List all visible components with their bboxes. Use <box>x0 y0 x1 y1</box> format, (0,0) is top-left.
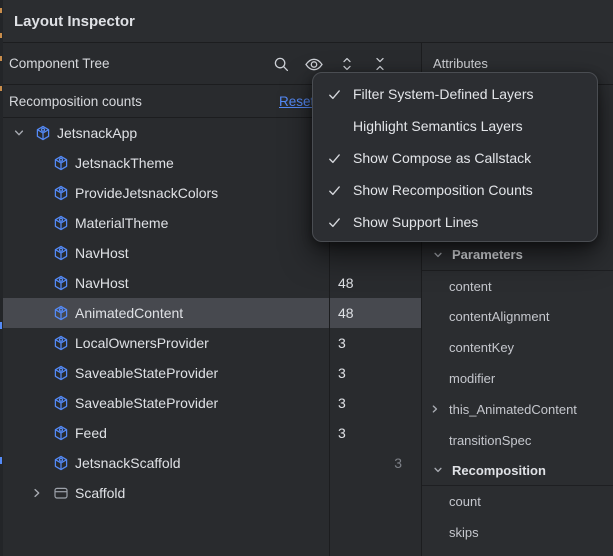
chevron-right-icon[interactable] <box>29 486 45 500</box>
menu-item-filter-system-defined-layers[interactable]: Filter System-Defined Layers <box>313 78 597 110</box>
attr-item-label: count <box>449 494 481 509</box>
attr-item-label: modifier <box>449 371 495 386</box>
check-icon <box>327 183 353 198</box>
check-icon <box>327 87 353 102</box>
menu-item-label: Show Recomposition Counts <box>353 182 533 198</box>
menu-item-show-compose-as-callstack[interactable]: Show Compose as Callstack <box>313 142 597 174</box>
tree-node-label: LocalOwnersProvider <box>75 335 209 351</box>
tree-node-label: NavHost <box>75 275 129 291</box>
layout-inspector-window: Layout Inspector Component Tree Recompos… <box>0 0 613 556</box>
compose-node-icon <box>53 245 69 261</box>
tree-node-label: Feed <box>75 425 107 441</box>
chevron-down-sm-icon[interactable] <box>432 464 444 476</box>
expand-all-button[interactable] <box>337 54 357 74</box>
recomposition-skips: 3 <box>330 455 402 471</box>
attr-item-count[interactable]: count <box>422 486 613 517</box>
tree-node-feed[interactable]: Feed 3 <box>3 418 421 448</box>
panel-title-bar: Layout Inspector <box>0 0 613 43</box>
panel-title: Layout Inspector <box>14 13 135 30</box>
menu-item-label: Show Compose as Callstack <box>353 150 531 166</box>
component-tree-title: Component Tree <box>9 56 110 71</box>
attr-item-transitionspec[interactable]: transitionSpec <box>422 425 613 456</box>
tree-node-navhost[interactable]: NavHost <box>3 238 421 268</box>
tree-node-localownersprovider[interactable]: LocalOwnersProvider 3 <box>3 328 421 358</box>
eye-button[interactable] <box>304 54 324 74</box>
attr-item-skips[interactable]: skips <box>422 517 613 548</box>
search-button[interactable] <box>271 54 291 74</box>
reset-counts-link[interactable]: Reset <box>279 94 314 109</box>
menu-item-label: Show Support Lines <box>353 214 478 230</box>
collapse-all-button[interactable] <box>370 54 390 74</box>
tree-node-label: AnimatedContent <box>75 305 183 321</box>
window-edge-stripe <box>0 0 3 556</box>
attr-item-label: skips <box>449 525 479 540</box>
recomposition-count: 3 <box>338 335 346 351</box>
check-icon <box>327 151 353 166</box>
tree-node-label: JetsnackApp <box>57 125 137 141</box>
compose-node-icon <box>53 425 69 441</box>
tree-node-label: ProvideJetsnackColors <box>75 185 218 201</box>
compose-node-icon <box>53 215 69 231</box>
compose-node-icon <box>53 395 69 411</box>
attr-item-content[interactable]: content <box>422 271 613 302</box>
attr-item-label: contentKey <box>449 340 514 355</box>
chevron-down-sm-icon[interactable] <box>432 249 444 261</box>
chevron-down-icon[interactable] <box>11 126 27 140</box>
menu-item-label: Highlight Semantics Layers <box>353 118 523 134</box>
recomposition-count: 48 <box>338 305 354 321</box>
compose-node-icon <box>53 305 69 321</box>
view-options-menu: Filter System-Defined Layers Highlight Se… <box>312 72 598 242</box>
compose-node-icon <box>53 335 69 351</box>
compose-node-icon <box>53 365 69 381</box>
tree-node-label: MaterialTheme <box>75 215 168 231</box>
compose-node-icon <box>53 185 69 201</box>
tree-node-navhost[interactable]: NavHost 48 <box>3 268 421 298</box>
tree-node-scaffold[interactable]: Scaffold <box>3 478 421 508</box>
recomposition-count: 3 <box>338 395 346 411</box>
attributes-section-parameters[interactable]: Parameters <box>422 240 613 271</box>
attr-item-label: content <box>449 279 492 294</box>
attr-item-label: transitionSpec <box>449 433 531 448</box>
tree-node-saveablestateprovider[interactable]: SaveableStateProvider 3 <box>3 388 421 418</box>
menu-item-highlight-semantics-layers[interactable]: Highlight Semantics Layers <box>313 110 597 142</box>
tree-node-label: SaveableStateProvider <box>75 395 218 411</box>
attributes-list: Parameters content contentAlignment content… <box>422 240 613 548</box>
tree-node-saveablestateprovider[interactable]: SaveableStateProvider 3 <box>3 358 421 388</box>
compose-node-icon <box>53 155 69 171</box>
recomposition-counts-label: Recomposition counts <box>9 94 142 109</box>
compose-node-icon <box>53 455 69 471</box>
attr-item-label: contentAlignment <box>449 309 549 324</box>
menu-item-label: Filter System-Defined Layers <box>353 86 534 102</box>
view-node-icon <box>53 485 69 501</box>
attr-item-contentkey[interactable]: contentKey <box>422 332 613 363</box>
recomposition-count: 3 <box>338 365 346 381</box>
attributes-section-recomposition[interactable]: Recomposition <box>422 456 613 487</box>
tree-node-jetsnackscaffold[interactable]: JetsnackScaffold 3 <box>3 448 421 478</box>
check-icon <box>327 215 353 230</box>
tree-node-animatedcontent[interactable]: AnimatedContent 48 <box>3 298 421 328</box>
section-label: Parameters <box>452 247 523 262</box>
menu-item-show-recomposition-counts[interactable]: Show Recomposition Counts <box>313 174 597 206</box>
section-label: Recomposition <box>452 463 546 478</box>
compose-node-icon <box>53 275 69 291</box>
tree-node-label: JetsnackTheme <box>75 155 174 171</box>
recomposition-count: 48 <box>338 275 354 291</box>
tree-node-label: JetsnackScaffold <box>75 455 181 471</box>
tree-node-label: SaveableStateProvider <box>75 365 218 381</box>
tree-node-label: NavHost <box>75 245 129 261</box>
attr-item-modifier[interactable]: modifier <box>422 363 613 394</box>
attr-item-label: this_AnimatedContent <box>449 402 577 417</box>
attr-item-this-animatedcontent[interactable]: this_AnimatedContent <box>422 394 613 425</box>
menu-item-show-support-lines[interactable]: Show Support Lines <box>313 206 597 238</box>
chevron-right-sm-icon[interactable] <box>429 403 441 415</box>
recomposition-count: 3 <box>338 425 346 441</box>
attributes-title: Attributes <box>433 56 488 71</box>
compose-node-icon <box>35 125 51 141</box>
attr-item-contentalignment[interactable]: contentAlignment <box>422 302 613 333</box>
tree-node-label: Scaffold <box>75 485 125 501</box>
